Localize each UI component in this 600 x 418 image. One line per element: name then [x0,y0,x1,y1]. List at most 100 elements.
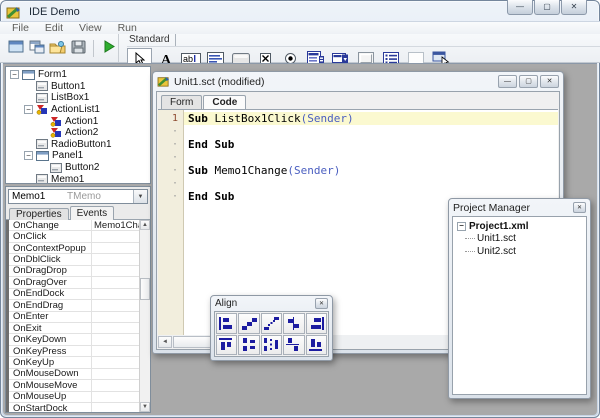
tree-node-action1[interactable]: Action1 [6,115,150,127]
code-line-4[interactable] [184,151,558,164]
scroll-down-icon[interactable]: ▼ [140,402,150,412]
align-titlebar[interactable]: Align ✕ [211,296,332,311]
project-node-root[interactable]: −Project1.xml [457,220,586,233]
scroll-thumb[interactable] [140,278,150,300]
new-form-button[interactable] [7,38,25,59]
minimize-button[interactable]: — [507,0,533,15]
menu-item-file[interactable]: File [4,22,37,34]
tree-node-button2[interactable]: Button2 [6,162,150,174]
tab-events[interactable]: Events [70,206,115,220]
collapse-icon[interactable]: − [10,70,19,79]
code-line-1[interactable]: Sub ListBox1Click(Sender) [184,112,558,125]
collapse-icon[interactable]: − [457,222,466,231]
run-button[interactable] [100,38,118,59]
editor-maximize-button[interactable]: ▢ [519,75,538,88]
event-value[interactable] [91,300,139,310]
align-vertical-centers-button[interactable] [238,335,259,356]
tree-node-actionlist1[interactable]: −ActionList1 [6,104,150,116]
close-button[interactable]: ✕ [561,0,587,15]
space-equally-vertical-button[interactable] [261,335,282,356]
tab-code[interactable]: Code [203,95,246,109]
space-equally-horizontal-button[interactable] [261,313,282,334]
editor-minimize-button[interactable]: — [498,75,517,88]
event-value[interactable]: Memo1Change [91,220,139,230]
project-manager-titlebar[interactable]: Project Manager ✕ [449,199,590,216]
event-row-onenddock[interactable]: OnEndDock [9,289,139,300]
event-value[interactable] [91,369,139,379]
event-value[interactable] [91,289,139,299]
open-button[interactable] [49,38,67,59]
event-row-onstartdock[interactable]: OnStartDock [9,403,139,412]
event-row-onenter[interactable]: OnEnter [9,312,139,323]
align-left-edges-button[interactable] [216,313,237,334]
tree-node-radiobutton1[interactable]: RadioButton1 [6,139,150,151]
menu-item-view[interactable]: View [71,22,110,34]
scroll-up-icon[interactable]: ▲ [140,220,150,230]
tab-form[interactable]: Form [161,95,202,109]
project-node-unit1-sct[interactable]: Unit1.sct [457,233,586,246]
collapse-icon[interactable]: − [24,151,33,160]
tree-node-form1[interactable]: −Form1 [6,69,150,81]
toggle-form-unit-button[interactable] [28,38,46,59]
event-value[interactable] [91,357,139,367]
event-value[interactable] [91,266,139,276]
event-value[interactable] [91,277,139,287]
event-row-onchange[interactable]: OnChangeMemo1Change [9,220,139,231]
code-line-5[interactable]: Sub Memo1Change(Sender) [184,164,558,177]
event-value[interactable] [91,243,139,253]
event-row-oncontextpopup[interactable]: OnContextPopup [9,243,139,254]
combo-dropdown-button[interactable]: ▼ [133,190,147,203]
tab-properties[interactable]: Properties [9,208,69,220]
tree-node-action2[interactable]: Action2 [6,127,150,139]
code-line-6[interactable] [184,177,558,190]
center-vertically-in-window-button[interactable] [283,335,304,356]
align-horizontal-centers-button[interactable] [238,313,259,334]
center-horizontally-in-window-button[interactable] [283,313,304,334]
project-manager-close-button[interactable]: ✕ [573,202,586,213]
event-row-onkeydown[interactable]: OnKeyDown [9,334,139,345]
editor-close-button[interactable]: ✕ [540,75,559,88]
maximize-button[interactable]: ▢ [534,0,560,15]
event-value[interactable] [91,403,139,412]
event-row-ondblclick[interactable]: OnDblClick [9,254,139,265]
scroll-left-icon[interactable]: ◄ [158,336,172,348]
event-value[interactable] [91,312,139,322]
collapse-icon[interactable]: − [24,105,33,114]
event-row-onmousemove[interactable]: OnMouseMove [9,380,139,391]
event-value[interactable] [91,254,139,264]
event-row-onexit[interactable]: OnExit [9,323,139,334]
code-line-3[interactable]: End Sub [184,138,558,151]
event-value[interactable] [91,231,139,241]
event-row-onenddrag[interactable]: OnEndDrag [9,300,139,311]
event-row-onkeypress[interactable]: OnKeyPress [9,346,139,357]
align-top-edges-button[interactable] [216,335,237,356]
events-scrollbar[interactable]: ▲ ▼ [139,220,150,412]
event-row-onkeyup[interactable]: OnKeyUp [9,357,139,368]
editor-titlebar[interactable]: Unit1.sct (modified) — ▢ ✕ [153,72,563,91]
menu-item-run[interactable]: Run [110,22,145,34]
tree-node-memo1[interactable]: Memo1 [6,173,150,184]
align-bottom-edges-button[interactable] [306,335,327,356]
event-value[interactable] [91,392,139,402]
app-titlebar[interactable]: IDE Demo — ▢ ✕ [0,0,600,21]
tree-node-panel1[interactable]: −Panel1 [6,150,150,162]
tree-node-listbox1[interactable]: ListBox1 [6,92,150,104]
align-close-button[interactable]: ✕ [315,298,328,309]
event-row-onmouseup[interactable]: OnMouseUp [9,392,139,403]
event-value[interactable] [91,346,139,356]
event-value[interactable] [91,380,139,390]
event-row-onclick[interactable]: OnClick [9,231,139,242]
menu-item-edit[interactable]: Edit [37,22,71,34]
event-value[interactable] [91,334,139,344]
tree-node-button1[interactable]: Button1 [6,81,150,93]
align-right-edges-button[interactable] [306,313,327,334]
project-node-unit2-sct[interactable]: Unit2.sct [457,245,586,258]
palette-tab-standard[interactable]: Standard [127,34,176,46]
event-row-ondragdrop[interactable]: OnDragDrop [9,266,139,277]
object-selector-combo[interactable]: Memo1 TMemo ▼ [8,189,148,204]
event-row-onmousedown[interactable]: OnMouseDown [9,369,139,380]
code-line-2[interactable] [184,125,558,138]
event-value[interactable] [91,323,139,333]
event-row-ondragover[interactable]: OnDragOver [9,277,139,288]
save-button[interactable] [69,38,87,59]
